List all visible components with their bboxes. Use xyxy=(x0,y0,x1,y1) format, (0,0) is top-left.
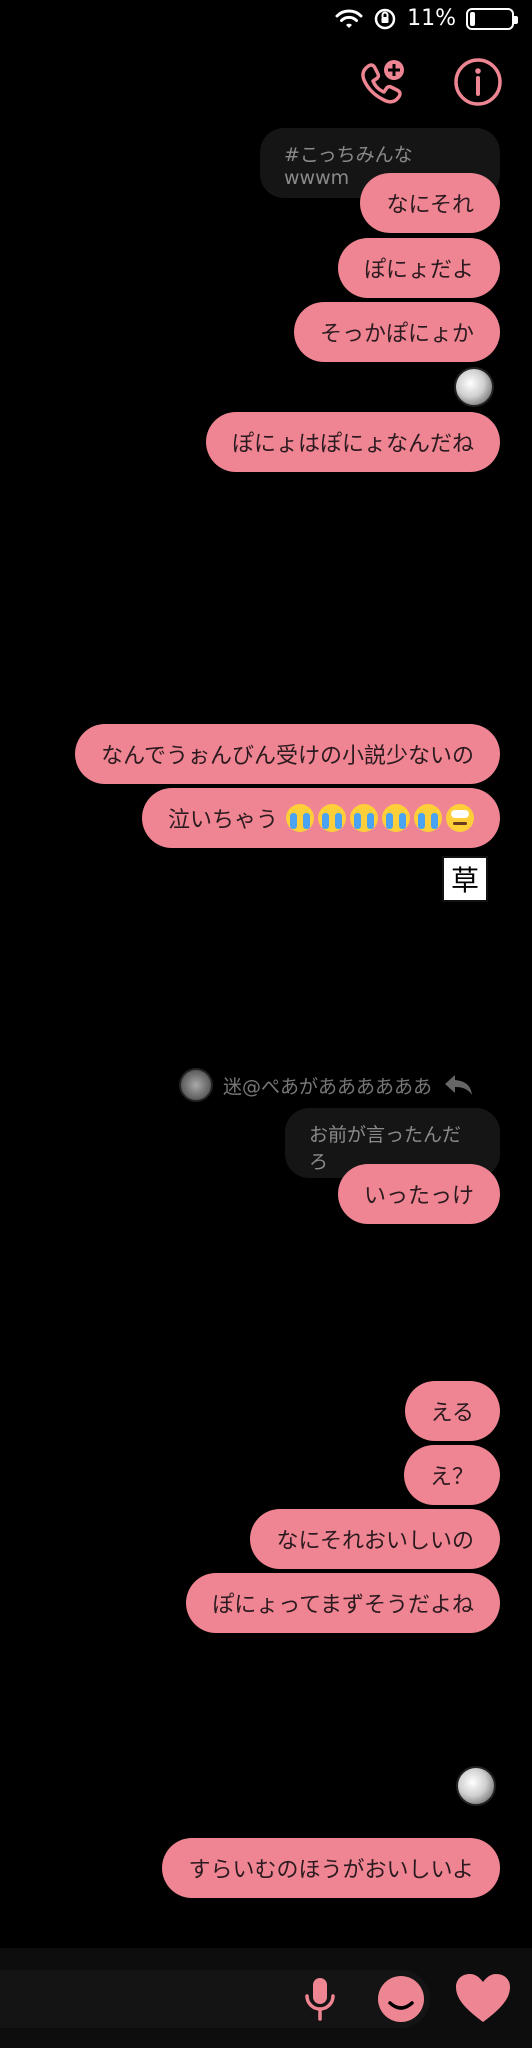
message-text: ぽにょはぽにょなんだね xyxy=(231,432,474,457)
message-bubble[interactable]: ぽにょってまずそうだよね xyxy=(186,1573,500,1633)
message-text: 泣いちゃう xyxy=(167,808,278,833)
message-input[interactable] xyxy=(0,1970,430,2028)
message-thread: #こっちみんな wwwm なにそれ ぽにょだよ そっかぽにょか ぽにょはぽにょな… xyxy=(0,0,532,2048)
message-composer xyxy=(0,1948,532,2048)
loudly-crying-emoji xyxy=(414,804,442,832)
loudly-crying-emoji xyxy=(318,804,346,832)
message-text: すらいむのほうがおいしいよ xyxy=(188,1858,474,1883)
message-text: なにそれおいしいの xyxy=(276,1529,474,1554)
message-text: え？ xyxy=(429,1465,474,1490)
reply-sender-name: 迷@ぺあがああああああ xyxy=(222,1075,432,1098)
loudly-crying-emoji xyxy=(350,804,378,832)
message-bubble[interactable]: そっかぽにょか xyxy=(293,302,500,362)
smile-sticker-icon[interactable] xyxy=(376,1974,426,2024)
message-text: いったっけ xyxy=(363,1184,474,1209)
message-text: なにそれ xyxy=(386,193,474,218)
message-bubble[interactable]: いったっけ xyxy=(337,1164,500,1224)
message-text: える xyxy=(430,1401,474,1426)
loudly-crying-emoji xyxy=(382,804,410,832)
message-bubble[interactable]: すらいむのほうがおいしいよ xyxy=(162,1838,500,1898)
seen-avatar xyxy=(456,1766,496,1806)
message-bubble[interactable]: ぽにょだよ xyxy=(337,238,500,298)
reply-arrow-icon xyxy=(445,1075,472,1095)
sticker-text: 草 xyxy=(450,864,479,897)
message-bubble[interactable]: え？ xyxy=(403,1445,500,1505)
heart-icon[interactable] xyxy=(454,1972,512,2026)
message-bubble[interactable]: なんでうぉんびん受けの小説少ないの xyxy=(75,724,500,784)
message-bubble[interactable]: なにそれおいしいの xyxy=(250,1509,500,1569)
message-bubble[interactable]: える xyxy=(404,1381,500,1441)
message-bubble[interactable]: ぽにょはぽにょなんだね xyxy=(205,412,500,472)
message-text: ぽにょだよ xyxy=(363,258,474,283)
sender-avatar xyxy=(178,1068,213,1102)
microphone-icon[interactable] xyxy=(300,1976,340,2022)
reaction-sticker[interactable]: 草 xyxy=(442,856,488,902)
seen-avatar xyxy=(454,367,494,407)
loudly-crying-emoji xyxy=(286,804,314,832)
message-text: そっかぽにょか xyxy=(319,322,474,347)
reply-header: 迷@ぺあがああああああ xyxy=(178,1068,474,1102)
message-text: ぽにょってまずそうだよね xyxy=(212,1593,474,1618)
message-bubble[interactable]: なにそれ xyxy=(360,173,500,233)
message-bubble[interactable]: 泣いちゃう xyxy=(141,788,500,848)
eye-roll-emoji xyxy=(446,804,474,832)
message-text: なんでうぉんびん受けの小説少ないの xyxy=(101,744,474,769)
